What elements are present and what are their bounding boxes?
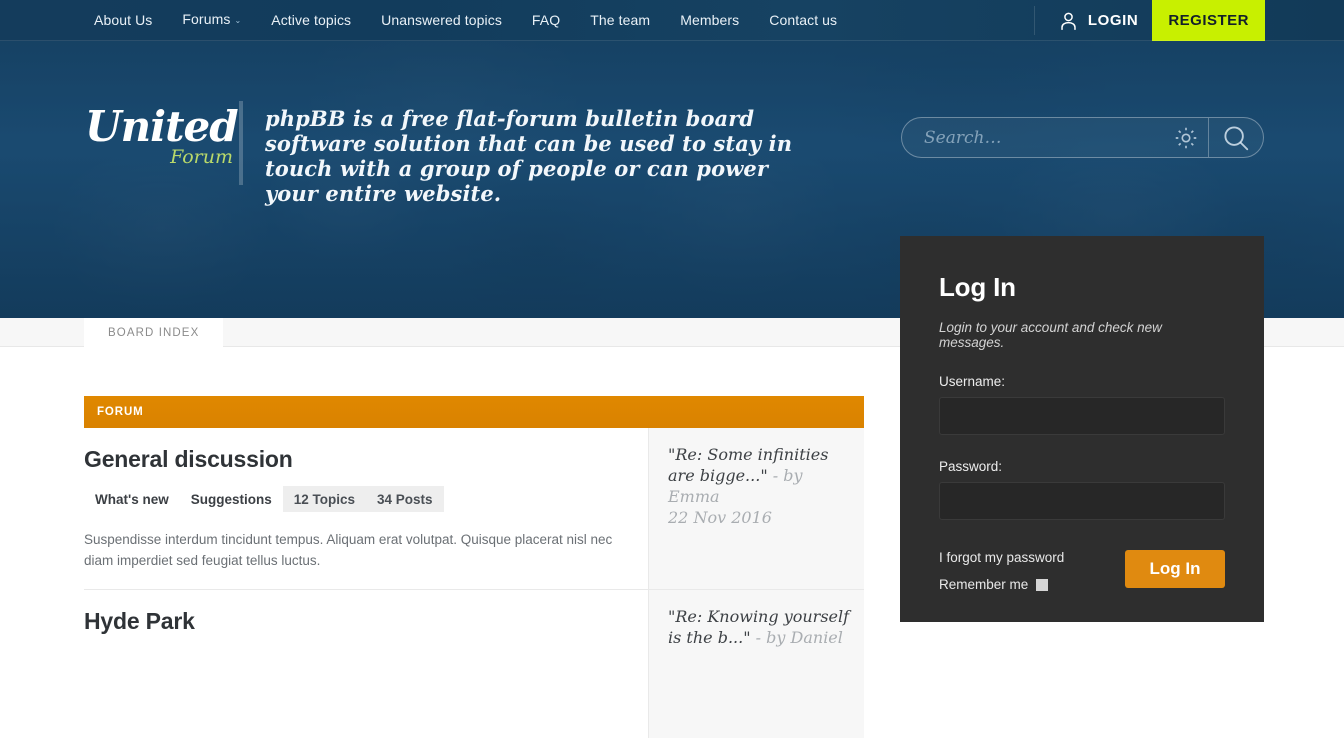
nav-item-unanswered-topics[interactable]: Unanswered topics <box>366 0 517 41</box>
login-button-label: LOGIN <box>1087 12 1139 29</box>
login-panel: Log In Login to your account and check n… <box>900 236 1264 622</box>
nav-item-label: The team <box>590 12 651 28</box>
username-field[interactable] <box>939 397 1225 435</box>
register-button-label: REGISTER <box>1168 12 1249 29</box>
forum-list: FORUM General discussion What's new Sugg… <box>84 396 864 738</box>
forum-last-post: "Re: Some infinities are bigge..." - by … <box>648 428 864 589</box>
forum-tag-suggestions[interactable]: Suggestions <box>179 486 283 512</box>
site-logo[interactable]: United Forum <box>85 102 245 169</box>
breadcrumb-item-board-index[interactable]: BOARD INDEX <box>84 318 224 347</box>
last-post-block: "Re: Knowing yourself is the b..." - by … <box>668 606 850 648</box>
password-field[interactable] <box>939 482 1225 520</box>
nav-item-forums[interactable]: Forums ⌄ <box>167 0 256 42</box>
gear-icon[interactable] <box>1172 124 1200 152</box>
nav-account-actions: LOGIN REGISTER <box>1033 0 1265 41</box>
nav-item-label: About Us <box>94 12 153 28</box>
forum-row: General discussion What's new Suggestion… <box>84 428 864 590</box>
forum-title-general-discussion[interactable]: General discussion <box>84 445 648 473</box>
forum-description: Suspendisse interdum tincidunt tempus. A… <box>84 532 613 568</box>
forum-tag-row: What's new Suggestions 12 Topics 34 Post… <box>84 486 648 512</box>
login-button[interactable]: LOGIN <box>1048 0 1153 41</box>
login-submit-button[interactable]: Log In <box>1125 550 1225 588</box>
login-panel-actions: I forgot my password Remember me Log In <box>939 548 1225 592</box>
search-input[interactable] <box>902 118 1172 157</box>
remember-me-checkbox[interactable] <box>1036 578 1049 591</box>
nav-item-members[interactable]: Members <box>665 0 754 41</box>
nav-item-contact-us[interactable]: Contact us <box>754 0 852 41</box>
password-label: Password: <box>939 459 1003 474</box>
forum-list-header-label: FORUM <box>97 406 144 418</box>
nav-item-about-us[interactable]: About Us <box>94 0 167 41</box>
nav-item-label: Contact us <box>769 12 838 28</box>
hero-tagline: phpBB is a free flat-forum bulletin boar… <box>265 106 793 206</box>
forum-title-hyde-park[interactable]: Hyde Park <box>84 607 648 635</box>
chevron-down-icon: ⌄ <box>234 16 242 25</box>
nav-item-label: Active topics <box>271 12 352 28</box>
nav-item-active-topics[interactable]: Active topics <box>256 0 366 41</box>
nav-item-label: Members <box>680 12 740 28</box>
forum-list-header: FORUM <box>84 396 864 428</box>
remember-me-label: Remember me <box>939 577 1029 592</box>
logo-divider <box>239 101 243 185</box>
nav-item-label: FAQ <box>531 12 561 28</box>
forum-tag-whats-new[interactable]: What's new <box>84 486 180 512</box>
forum-last-post: "Re: Knowing yourself is the b..." - by … <box>648 590 864 738</box>
forum-row: Hyde Park "Re: Knowing yourself is the b… <box>84 590 864 738</box>
search-bar[interactable] <box>901 117 1264 158</box>
user-icon <box>1061 12 1076 30</box>
last-post-block: "Re: Some infinities are bigge..." - by … <box>668 444 850 528</box>
nav-item-label: Unanswered topics <box>381 12 502 28</box>
forum-topic-count: 12 Topics <box>282 486 367 512</box>
last-post-author[interactable]: - by Daniel <box>756 628 843 647</box>
last-post-date: 22 Nov 2016 <box>668 508 772 527</box>
username-label: Username: <box>939 374 1006 389</box>
nav-links: About Us Forums ⌄ Active topics Unanswere… <box>94 0 852 41</box>
site-logo-name: United <box>85 102 239 151</box>
remember-me-row[interactable]: Remember me <box>939 577 1064 592</box>
login-panel-links: I forgot my password Remember me <box>939 548 1064 592</box>
nav-item-faq[interactable]: FAQ <box>517 0 575 41</box>
forum-row-main: Hyde Park <box>84 590 648 738</box>
nav-item-the-team[interactable]: The team <box>575 0 665 41</box>
forum-row-main: General discussion What's new Suggestion… <box>84 428 648 589</box>
breadcrumb-label: BOARD INDEX <box>108 326 200 339</box>
search-submit-button[interactable] <box>1209 118 1263 157</box>
forgot-password-link[interactable]: I forgot my password <box>939 550 1064 565</box>
register-button[interactable]: REGISTER <box>1152 0 1265 41</box>
nav-item-label: Forums <box>182 11 231 27</box>
top-navigation-bar: About Us Forums ⌄ Active topics Unanswere… <box>0 0 1344 41</box>
forum-post-count: 34 Posts <box>366 486 444 512</box>
last-post-title[interactable]: "Re: Some infinities are bigge..." <box>668 445 828 485</box>
login-panel-title: Log In <box>939 272 1016 302</box>
login-panel-subtitle: Login to your account and check new mess… <box>939 320 1162 350</box>
